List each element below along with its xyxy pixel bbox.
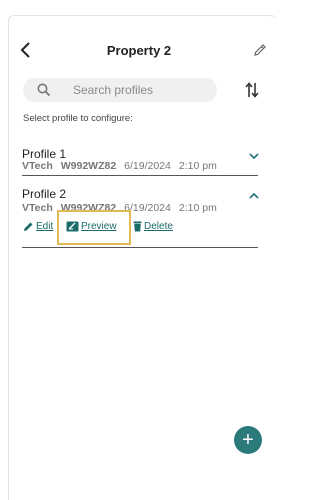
delete-action[interactable]: Delete	[133, 221, 173, 232]
delete-label: Delete	[144, 221, 173, 232]
profile-divider	[22, 247, 258, 248]
profile-brand: VTech	[22, 202, 53, 214]
chevron-down-icon[interactable]	[247, 150, 261, 162]
search-icon	[37, 83, 51, 97]
pencil-icon	[24, 222, 33, 231]
profile-date: 6/19/2024	[124, 202, 171, 214]
header-bar: Property 2	[0, 30, 278, 70]
select-profile-hint: Select profile to configure:	[23, 113, 133, 124]
page-title: Property 2	[106, 43, 172, 58]
edit-label: Edit	[36, 221, 54, 232]
profile-time: 2:10 pm	[178, 160, 217, 172]
chevron-up-icon[interactable]	[247, 190, 261, 202]
profile-date: 6/19/2024	[124, 160, 171, 172]
search-bar[interactable]	[23, 78, 217, 102]
profile-details: VTech W992WZ82 6/19/2024 2:10 pm	[22, 160, 217, 172]
pencil-edit-icon[interactable]	[252, 42, 268, 58]
edit-action[interactable]: Edit	[23, 221, 53, 232]
add-profile-button[interactable]: +	[234, 426, 262, 454]
sort-icon[interactable]	[244, 81, 260, 99]
highlight-box	[57, 210, 131, 245]
profile-model: W992WZ82	[60, 160, 117, 172]
profile-name[interactable]: Profile 1	[22, 147, 66, 161]
trash-icon	[133, 221, 142, 232]
search-input[interactable]	[73, 81, 211, 99]
profile-brand: VTech	[22, 160, 53, 172]
profile-divider	[22, 175, 258, 176]
profile-name[interactable]: Profile 2	[22, 187, 66, 201]
profile-time: 2:10 pm	[178, 202, 217, 214]
